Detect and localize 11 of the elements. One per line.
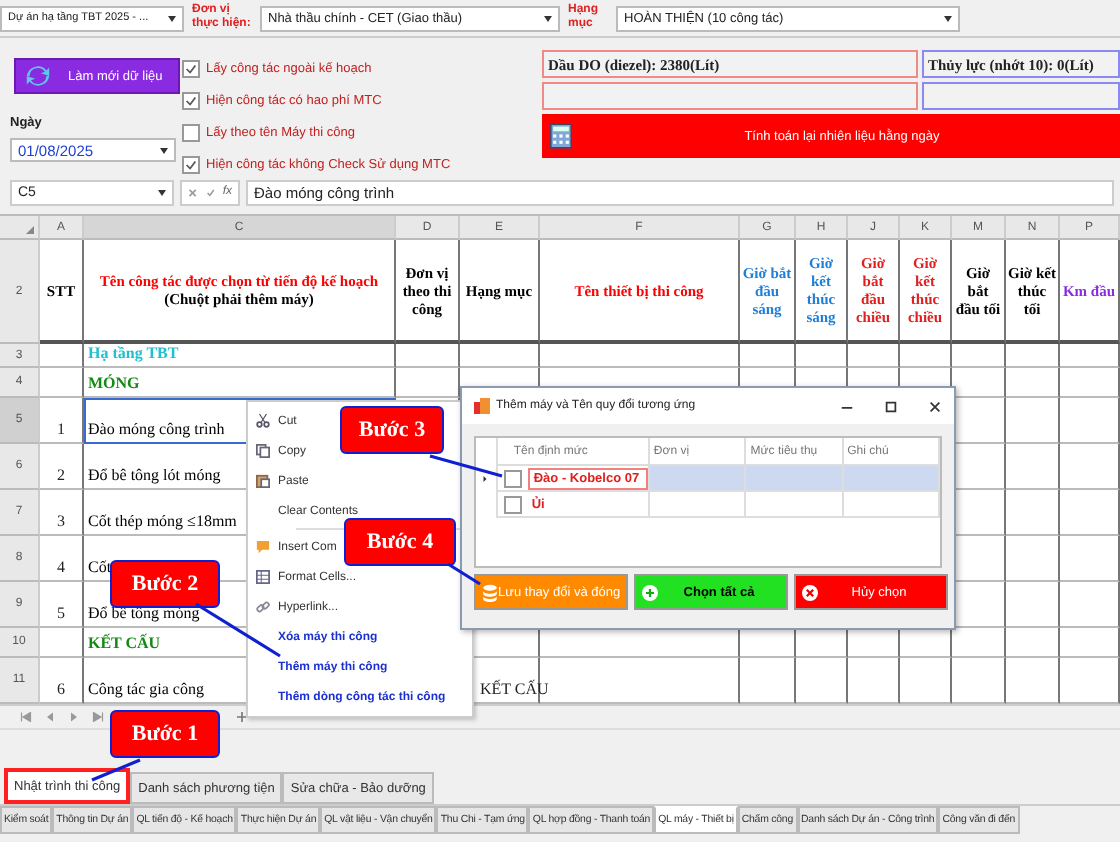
table-cell: Hạ tầng TBT xyxy=(84,344,396,368)
step-callout: Bước 1 xyxy=(110,710,220,758)
table-cell: 2 xyxy=(40,444,84,490)
table-cell: 5 xyxy=(40,582,84,628)
table-cell: 4 xyxy=(40,536,84,582)
step-callout: Bước 2 xyxy=(110,560,220,608)
table-cell: 1 xyxy=(40,398,84,444)
table-cell: 3 xyxy=(40,490,84,536)
step-callout: Bước 3 xyxy=(340,406,444,454)
table-cell: MÓNG xyxy=(84,368,396,398)
step-callout: Bước 4 xyxy=(344,518,456,566)
